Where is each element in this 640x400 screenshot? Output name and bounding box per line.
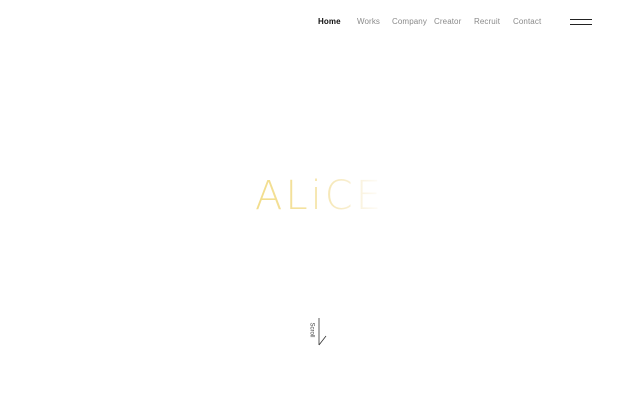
hero-logo: ALiCE — [255, 173, 384, 219]
hamburger-bar — [570, 24, 592, 25]
scroll-indicator[interactable]: Scroll — [308, 316, 332, 346]
hamburger-icon[interactable] — [570, 18, 592, 26]
nav-item-contact[interactable]: Contact — [513, 14, 541, 30]
scroll-label: Scroll — [308, 322, 315, 338]
hamburger-bar — [570, 19, 592, 20]
nav-item-creator[interactable]: Creator — [434, 14, 461, 30]
nav-item-recruit[interactable]: Recruit — [474, 14, 500, 30]
nav-item-home[interactable]: Home — [318, 14, 341, 30]
arrow-down-icon — [318, 318, 327, 346]
top-navigation: Home Works Company Creator Recruit Conta… — [0, 14, 640, 30]
nav-item-works[interactable]: Works — [357, 14, 380, 30]
nav-item-company[interactable]: Company — [392, 14, 427, 30]
